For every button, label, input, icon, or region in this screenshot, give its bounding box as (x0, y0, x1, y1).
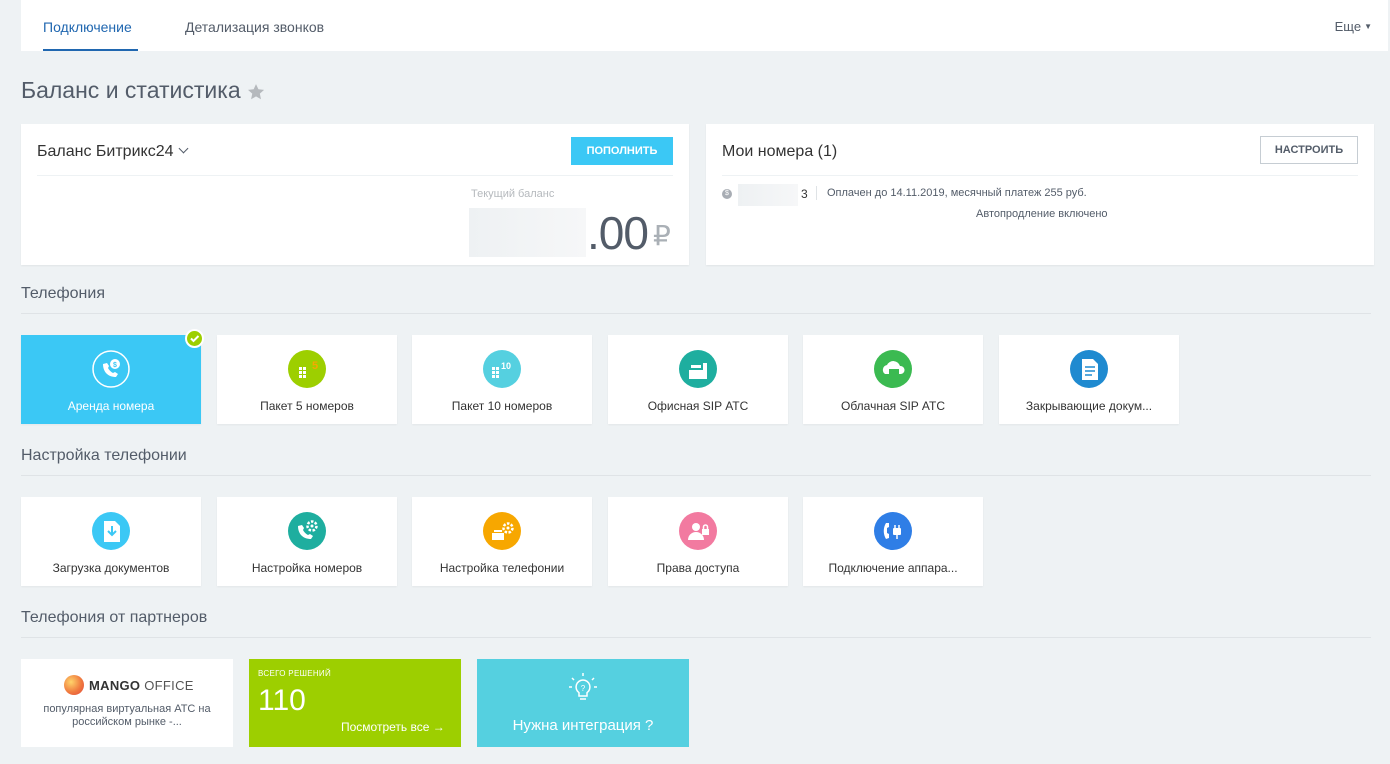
topup-button[interactable]: пополнить (571, 137, 673, 165)
mango-description: популярная виртуальная АТС на российском… (43, 703, 211, 728)
phone-dollar-icon: $ (92, 350, 130, 388)
phone-number-hidden (738, 184, 798, 206)
balance-card: Баланс Битрикс24 пополнить Текущий балан… (21, 124, 689, 265)
svg-text:5: 5 (312, 360, 318, 372)
mango-office-card[interactable]: MANGO OFFICE популярная виртуальная АТС … (21, 659, 233, 747)
section-divider (21, 637, 1371, 638)
tile-label: Подключение аппара... (828, 561, 958, 575)
top-navigation: Подключение Детализация звонков Еще ▼ (21, 0, 1388, 51)
solutions-count: 110 (258, 684, 306, 717)
office-sip-icon (679, 350, 717, 388)
cloud-sip-icon (874, 350, 912, 388)
setup-button[interactable]: настроить (1260, 136, 1358, 164)
more-label: Еще (1334, 19, 1362, 34)
balance-title: Баланс Битрикс24 (37, 143, 174, 160)
document-icon (1070, 350, 1108, 388)
tile-access-rights[interactable]: Права доступа (608, 497, 788, 586)
phone-gear-icon (288, 512, 326, 550)
tile-package-10[interactable]: 10 Пакет 10 номеров (412, 335, 592, 424)
section-divider (21, 475, 1371, 476)
tile-telephony-settings[interactable]: Настройка телефонии (412, 497, 592, 586)
solutions-caption: всего решений (258, 669, 332, 678)
tile-closing-documents[interactable]: Закрывающие докум... (999, 335, 1179, 424)
chevron-down-icon (178, 143, 188, 154)
svg-text:10: 10 (501, 361, 511, 371)
tile-upload-documents[interactable]: Загрузка документов (21, 497, 201, 586)
checkmark-icon (185, 329, 204, 348)
svg-text:?: ? (581, 684, 586, 693)
page-title: Баланс и статистика (21, 77, 241, 103)
section-title-settings: Настройка телефонии (21, 447, 187, 464)
telephony-gear-icon (483, 512, 521, 550)
view-all-link[interactable]: Посмотреть все → (341, 720, 445, 734)
phone-number-suffix: 3 (801, 187, 808, 201)
tile-label: Настройка номеров (251, 561, 363, 575)
tile-number-settings[interactable]: Настройка номеров (217, 497, 397, 586)
separator (816, 186, 817, 200)
tile-label: Загрузка документов (52, 561, 170, 575)
tile-label: Пакет 5 номеров (260, 399, 354, 413)
tile-label: Аренда номера (67, 399, 155, 413)
card-divider (722, 175, 1358, 176)
balance-amount: .00 (587, 207, 649, 259)
tile-package-5[interactable]: 5 Пакет 5 номеров (217, 335, 397, 424)
payment-status: Оплачен до 14.11.2019, месячный платеж 2… (827, 187, 1087, 199)
more-menu-button[interactable]: Еще ▼ (1335, 19, 1372, 34)
svg-text:$: $ (113, 362, 117, 369)
autorenew-status: Автопродление включено (976, 208, 1108, 220)
my-numbers-card: Мои номера (1) настроить $ 3 Оплачен до … (706, 124, 1374, 265)
package-5-icon: 5 (288, 350, 326, 388)
user-lock-icon (679, 512, 717, 550)
mango-name-light: OFFICE (144, 678, 194, 693)
mango-logo-text: MANGO OFFICE (89, 678, 194, 693)
lightbulb-icon: ? (569, 673, 597, 700)
tile-office-sip[interactable]: Офисная SIP АТС (608, 335, 788, 424)
tile-label: Офисная SIP АТС (647, 399, 749, 413)
mango-name-bold: MANGO (89, 678, 141, 693)
tile-label: Пакет 10 номеров (451, 399, 553, 413)
integration-label: Нужна интеграция ? (512, 717, 654, 734)
my-numbers-title: Мои номера (1) (722, 143, 838, 160)
phone-plug-icon (874, 512, 912, 550)
tab-call-details[interactable]: Детализация звонков (185, 19, 324, 35)
mango-logo-icon (64, 675, 84, 695)
tile-cloud-sip[interactable]: Облачная SIP АТС (803, 335, 983, 424)
section-divider (21, 313, 1371, 314)
tile-label: Права доступа (656, 561, 740, 575)
active-tab-indicator (43, 49, 138, 51)
upload-document-icon (92, 512, 130, 550)
caret-down-icon: ▼ (1364, 22, 1372, 31)
balance-hidden-value (469, 208, 586, 257)
section-title-telephony: Телефония (21, 285, 105, 302)
integration-card[interactable]: ? Нужна интеграция ? (477, 659, 689, 747)
package-10-icon: 10 (483, 350, 521, 388)
card-divider (37, 175, 673, 176)
currency-symbol: ₽ (653, 220, 671, 251)
all-solutions-card[interactable]: всего решений 110 Посмотреть все → (249, 659, 461, 747)
tile-device-connection[interactable]: Подключение аппара... (803, 497, 983, 586)
tab-connection[interactable]: Подключение (43, 19, 132, 35)
tile-label: Настройка телефонии (439, 561, 565, 575)
section-title-partners: Телефония от партнеров (21, 609, 208, 626)
current-balance-label: Текущий баланс (471, 188, 555, 200)
tile-label: Закрывающие докум... (1025, 399, 1153, 413)
balance-dropdown[interactable]: Баланс Битрикс24 (37, 143, 188, 161)
star-icon[interactable] (246, 82, 266, 102)
tile-label: Облачная SIP АТС (841, 399, 945, 413)
tile-number-rental[interactable]: $ Аренда номера (21, 335, 201, 424)
coin-icon: $ (722, 189, 732, 199)
